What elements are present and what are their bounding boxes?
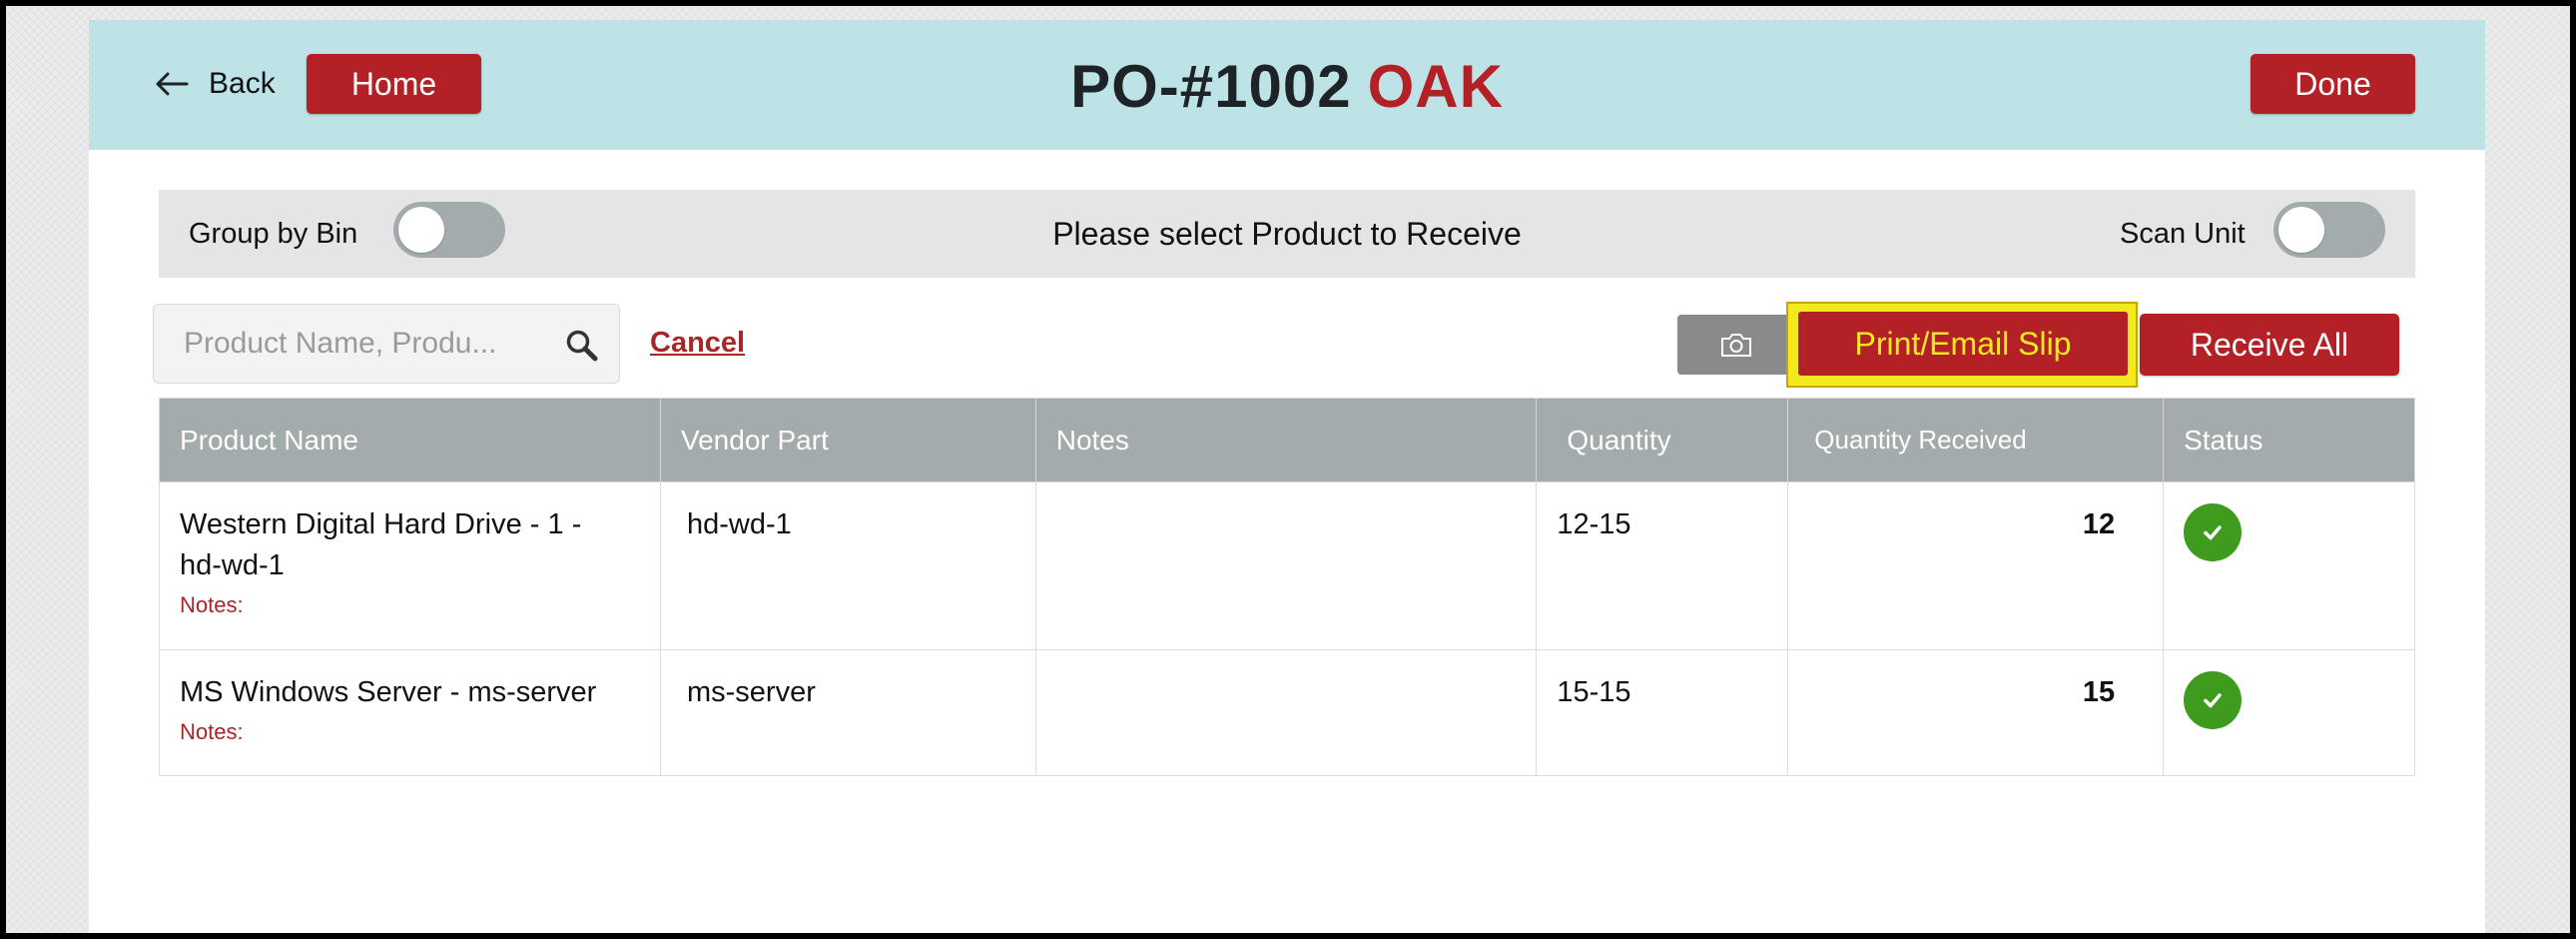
cell-quantity: 12-15 (1536, 481, 1789, 650)
cancel-link[interactable]: Cancel (650, 327, 745, 360)
camera-button[interactable] (1677, 315, 1795, 375)
search-icon[interactable] (565, 329, 599, 363)
table-row[interactable]: MS Windows Server - ms-server Notes: ms-… (159, 649, 2415, 776)
column-header-product-name[interactable]: Product Name (159, 398, 661, 482)
search-box (153, 304, 620, 384)
column-header-notes[interactable]: Notes (1034, 398, 1538, 482)
scan-unit-label: Scan Unit (2120, 217, 2246, 250)
cell-vendor-part: hd-wd-1 (659, 481, 1036, 650)
group-by-bin-toggle[interactable] (393, 202, 505, 258)
column-header-quantity-received[interactable]: Quantity Received (1787, 398, 2165, 482)
header: Back Home PO-#1002 OAK Done (89, 20, 2485, 150)
cell-quantity-received[interactable]: 15 (1787, 649, 2165, 776)
receive-all-button[interactable]: Receive All (2140, 314, 2399, 376)
cell-product-name: MS Windows Server - ms-server Notes: (159, 649, 661, 776)
column-header-vendor-part[interactable]: Vendor Part (659, 398, 1036, 482)
cell-notes (1034, 481, 1538, 650)
scan-unit-toggle[interactable] (2273, 202, 2385, 258)
cell-status (2163, 481, 2415, 650)
done-button[interactable]: Done (2251, 54, 2415, 114)
search-input[interactable] (184, 305, 553, 383)
table-header-row: Product Name Vendor Part Notes Quantity … (159, 398, 2415, 482)
check-circle-icon (2184, 671, 2243, 729)
product-name: MS Windows Server - ms-server (180, 676, 597, 708)
options-bar: Please select Product to Receive Group b… (159, 190, 2415, 278)
page: Back Home PO-#1002 OAK Done Please select… (89, 20, 2485, 939)
cell-product-name: Western Digital Hard Drive - 1 - hd-wd-1… (159, 481, 661, 650)
cell-notes (1034, 649, 1538, 776)
cell-quantity-received[interactable]: 12 (1787, 481, 2165, 650)
notes-label: Notes: (180, 592, 244, 617)
cell-vendor-part: ms-server (659, 649, 1036, 776)
toggle-knob (2278, 207, 2324, 253)
column-header-quantity[interactable]: Quantity (1536, 398, 1789, 482)
po-number: PO-#1002 (1070, 53, 1352, 120)
cell-quantity: 15-15 (1536, 649, 1789, 776)
camera-icon (1721, 334, 1751, 357)
page-title: PO-#1002 OAK (89, 52, 2485, 121)
location-code: OAK (1367, 53, 1504, 120)
products-table: Product Name Vendor Part Notes Quantity … (159, 398, 2415, 776)
print-email-slip-button[interactable]: Print/Email Slip (1798, 312, 2128, 376)
column-header-status[interactable]: Status (2163, 398, 2415, 482)
toggle-knob (398, 207, 444, 253)
group-by-bin-label: Group by Bin (189, 217, 358, 250)
table-row[interactable]: Western Digital Hard Drive - 1 - hd-wd-1… (159, 481, 2415, 650)
cell-status (2163, 649, 2415, 776)
check-circle-icon (2184, 503, 2243, 561)
notes-label: Notes: (180, 719, 244, 744)
product-name: Western Digital Hard Drive - 1 - hd-wd-1 (180, 508, 582, 581)
